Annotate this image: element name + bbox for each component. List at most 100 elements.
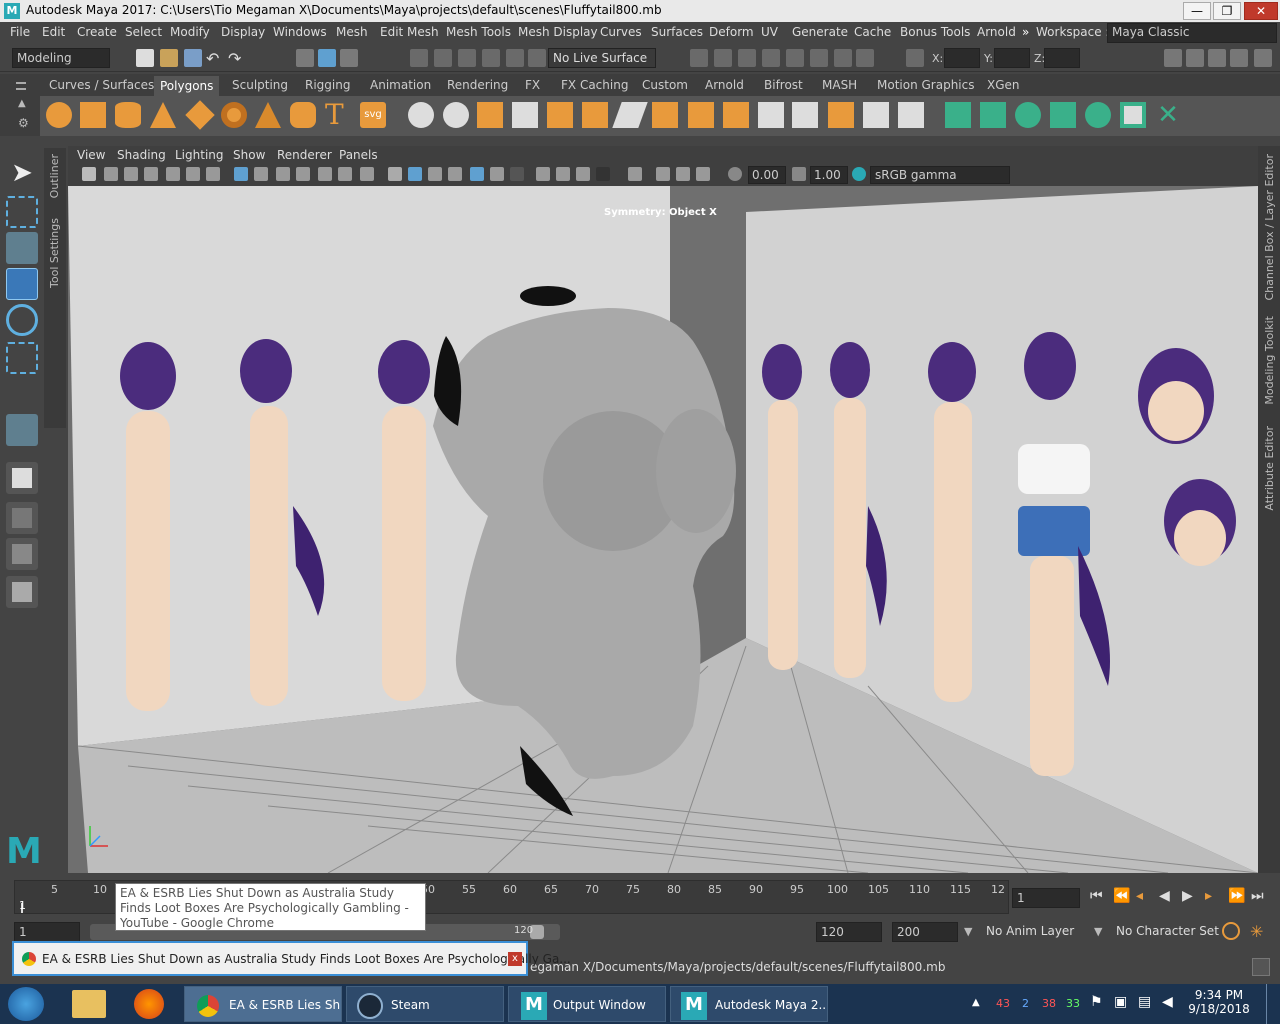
fill-hole-icon[interactable]: [863, 102, 889, 128]
shelf-tab-polygons[interactable]: Polygons: [154, 76, 220, 96]
step-back-frame-icon[interactable]: ◂: [1136, 888, 1143, 904]
render-settings-icon[interactable]: [762, 49, 780, 67]
script-editor-icon[interactable]: [1252, 958, 1270, 976]
max-time-field[interactable]: 200: [892, 922, 958, 942]
antialiasing-icon[interactable]: [536, 167, 550, 181]
panel-menu-panels[interactable]: Panels: [339, 148, 378, 162]
redo-icon[interactable]: ↷: [228, 49, 246, 68]
gamma-field[interactable]: 1.00: [810, 166, 848, 184]
menu-uv[interactable]: UV: [761, 25, 778, 39]
z-field[interactable]: [1044, 48, 1080, 68]
insert-edge-loop-icon[interactable]: [758, 102, 784, 128]
bevel-icon[interactable]: [652, 102, 678, 128]
smooth-shade-icon[interactable]: [388, 167, 402, 181]
layout-toggle-icon[interactable]: [1254, 49, 1272, 67]
network-icon[interactable]: ▣: [1114, 994, 1127, 1010]
separate-icon[interactable]: [443, 102, 469, 128]
end-time-field[interactable]: 120: [816, 922, 882, 942]
transform-mode-icon[interactable]: [906, 49, 924, 67]
poly-cylinder-icon[interactable]: [115, 102, 141, 128]
shelf-settings-icon[interactable]: ⚙: [18, 116, 29, 130]
play-forwards-icon[interactable]: ▶: [1182, 888, 1193, 904]
poly-torus-icon[interactable]: [221, 102, 247, 128]
poly-cone-icon[interactable]: [150, 102, 176, 128]
save-scene-icon[interactable]: [184, 49, 202, 67]
single-perspective-layout-icon[interactable]: [6, 462, 38, 494]
arnold-render-view-icon[interactable]: [810, 49, 828, 67]
shelf-tab-xgen[interactable]: XGen: [987, 78, 1020, 92]
shelf-tab-fx-caching[interactable]: FX Caching: [561, 78, 628, 92]
shelf-tab-custom[interactable]: Custom: [642, 78, 688, 92]
persp-outliner-layout-icon[interactable]: [6, 538, 38, 570]
safe-title-icon[interactable]: [338, 167, 352, 181]
shelf-tab-sculpting[interactable]: Sculpting: [232, 78, 288, 92]
task-maya[interactable]: M Autodesk Maya 2...: [670, 986, 828, 1022]
color-management-icon[interactable]: [852, 167, 866, 181]
attribute-editor-tab[interactable]: Attribute Editor: [1263, 426, 1276, 511]
panel-menu-show[interactable]: Show: [233, 148, 265, 162]
scale-tool-icon[interactable]: [6, 342, 38, 374]
grid-icon[interactable]: [234, 167, 248, 181]
current-frame-field[interactable]: 1: [1012, 888, 1080, 908]
spherical-uv-icon[interactable]: [1015, 102, 1041, 128]
multi-cut-icon[interactable]: [612, 102, 648, 128]
shelf-tab-rigging[interactable]: Rigging: [305, 78, 350, 92]
color-space-dropdown[interactable]: sRGB gamma: [870, 166, 1010, 184]
use-all-lights-icon[interactable]: [448, 167, 462, 181]
panel-menu-shading[interactable]: Shading: [117, 148, 166, 162]
menu-bonus-tools[interactable]: Bonus Tools: [900, 25, 970, 39]
lasso-tool-icon[interactable]: [6, 196, 38, 228]
minimize-button[interactable]: —: [1183, 2, 1211, 20]
shelf-tab-mash[interactable]: MASH: [822, 78, 857, 92]
go-to-start-icon[interactable]: ⏮: [1090, 888, 1103, 904]
show-desktop-button[interactable]: [1266, 984, 1280, 1024]
menu-mesh-display[interactable]: Mesh Display: [518, 25, 598, 39]
workspace-dropdown[interactable]: Maya Classic: [1107, 23, 1277, 43]
poly-sphere-icon[interactable]: [46, 102, 72, 128]
undo-icon[interactable]: ↶: [206, 49, 224, 68]
start-time-field[interactable]: 1: [14, 922, 80, 942]
menu-select[interactable]: Select: [125, 25, 162, 39]
cylindrical-uv-icon[interactable]: [980, 102, 1006, 128]
poly-pipe-icon[interactable]: [290, 102, 316, 128]
snap-surface-icon[interactable]: [506, 49, 524, 67]
film-gate-icon[interactable]: [206, 167, 220, 181]
wireframe-on-shaded-icon[interactable]: [408, 167, 422, 181]
rotate-tool-icon[interactable]: [6, 304, 38, 336]
cut-uv-icon[interactable]: ✕: [1155, 102, 1181, 128]
shelf-tab-curves-surfaces[interactable]: Curves / Surfaces: [49, 78, 154, 92]
poly-type-icon[interactable]: T: [325, 101, 351, 129]
ipr-render-icon[interactable]: [738, 49, 756, 67]
x-field[interactable]: [944, 48, 980, 68]
tool-settings-icon[interactable]: [1208, 49, 1226, 67]
backface-culling-icon[interactable]: [676, 167, 690, 181]
menu-generate[interactable]: Generate: [792, 25, 848, 39]
menu-create[interactable]: Create: [77, 25, 117, 39]
task-output-window[interactable]: M Output Window: [508, 986, 666, 1022]
exposure-field[interactable]: 0.00: [748, 166, 786, 184]
anim-layer-arrow-icon[interactable]: ▼: [964, 925, 972, 938]
auto-key-icon[interactable]: [1222, 922, 1240, 940]
close-button[interactable]: ✕: [1244, 2, 1278, 20]
unfold-uv-icon[interactable]: [1085, 102, 1111, 128]
poly-svg-icon[interactable]: svg: [360, 102, 386, 128]
menu-display[interactable]: Display: [221, 25, 265, 39]
clock[interactable]: 9:34 PM 9/18/2018: [1184, 988, 1254, 1016]
boolean-difference-icon[interactable]: [582, 102, 608, 128]
character-set-dropdown[interactable]: No Character Set: [1112, 922, 1219, 942]
shelf-tab-rendering[interactable]: Rendering: [447, 78, 508, 92]
outliner-layout-icon[interactable]: [6, 576, 38, 608]
boolean-union-icon[interactable]: [547, 102, 573, 128]
action-center-flag-icon[interactable]: ⚑: [1090, 994, 1103, 1010]
menu-edit[interactable]: Edit: [42, 25, 65, 39]
step-back-key-icon[interactable]: ⏪: [1113, 888, 1130, 904]
live-surface-icon[interactable]: [528, 49, 546, 67]
live-surface-field[interactable]: No Live Surface: [548, 48, 656, 68]
wireframe-icon[interactable]: [360, 167, 374, 181]
chrome-notification[interactable]: EA & ESRB Lies Shut Down as Australia St…: [12, 941, 571, 976]
maximize-button[interactable]: ❐: [1213, 2, 1241, 20]
character-set-arrow-icon[interactable]: ▼: [1094, 925, 1102, 938]
task-steam[interactable]: Steam: [346, 986, 504, 1022]
file-explorer-icon[interactable]: [72, 990, 106, 1018]
bookmarks-icon[interactable]: [124, 167, 138, 181]
